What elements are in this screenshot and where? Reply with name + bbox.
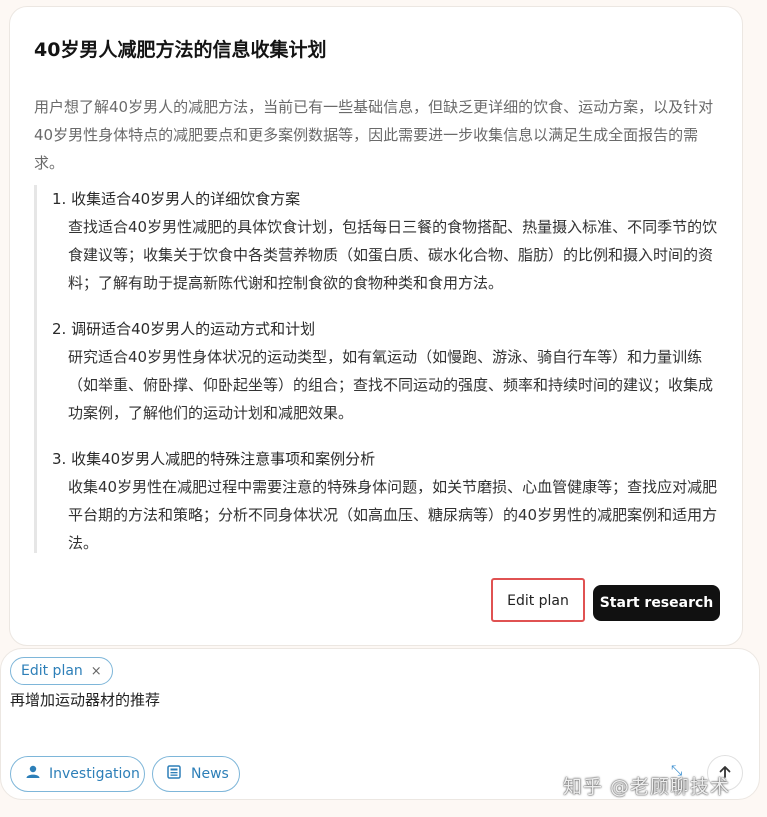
start-research-button[interactable]: Start research bbox=[593, 585, 720, 621]
plan-step: 3. 收集40岁男人减肥的特殊注意事项和案例分析 收集40岁男性在减肥过程中需要… bbox=[52, 445, 722, 557]
newspaper-icon bbox=[167, 765, 183, 783]
plan-step-title: 2. 调研适合40岁男人的运动方式和计划 bbox=[52, 320, 316, 338]
edit-plan-chip[interactable]: Edit plan × bbox=[10, 657, 113, 685]
investigation-label: Investigation bbox=[49, 766, 140, 782]
plan-step: 2. 调研适合40岁男人的运动方式和计划 研究适合40岁男性身体状况的运动类型，… bbox=[52, 315, 722, 427]
plan-step-body: 收集40岁男性在减肥过程中需要注意的特殊身体问题，如关节磨损、心血管健康等；查找… bbox=[68, 478, 718, 552]
plan-steps: 1. 收集适合40岁男人的详细饮食方案 查找适合40岁男性减肥的具体饮食计划，包… bbox=[34, 185, 722, 553]
plan-step-body: 研究适合40岁男性身体状况的运动类型，如有氧运动（如慢跑、游泳、骑自行车等）和力… bbox=[68, 348, 714, 422]
plan-step-body: 查找适合40岁男性减肥的具体饮食计划，包括每日三餐的食物搭配、热量摄入标准、不同… bbox=[68, 218, 718, 292]
person-icon bbox=[25, 765, 41, 783]
plan-step-title: 3. 收集40岁男人减肥的特殊注意事项和案例分析 bbox=[52, 450, 376, 468]
edit-plan-highlight: Edit plan bbox=[491, 578, 585, 622]
plan-intro: 用户想了解40岁男人的减肥方法，当前已有一些基础信息，但缺乏更详细的饮食、运动方… bbox=[34, 98, 714, 172]
plan-step-title: 1. 收集适合40岁男人的详细饮食方案 bbox=[52, 190, 301, 208]
investigation-button[interactable]: Investigation bbox=[10, 756, 145, 792]
news-label: News bbox=[191, 766, 229, 782]
plan-card: 40岁男人减肥方法的信息收集计划 用户想了解40岁男人的减肥方法，当前已有一些基… bbox=[9, 6, 743, 646]
message-input[interactable]: 再增加运动器材的推荐 bbox=[10, 689, 160, 710]
plan-title: 40岁男人减肥方法的信息收集计划 bbox=[34, 39, 327, 61]
plan-step: 1. 收集适合40岁男人的详细饮食方案 查找适合40岁男性减肥的具体饮食计划，包… bbox=[52, 185, 722, 297]
edit-plan-button[interactable]: Edit plan bbox=[500, 586, 576, 616]
close-icon[interactable]: × bbox=[91, 664, 102, 679]
chip-label: Edit plan bbox=[21, 663, 83, 679]
watermark: 知乎 @老顾聊技术 bbox=[563, 776, 731, 798]
news-button[interactable]: News bbox=[152, 756, 240, 792]
